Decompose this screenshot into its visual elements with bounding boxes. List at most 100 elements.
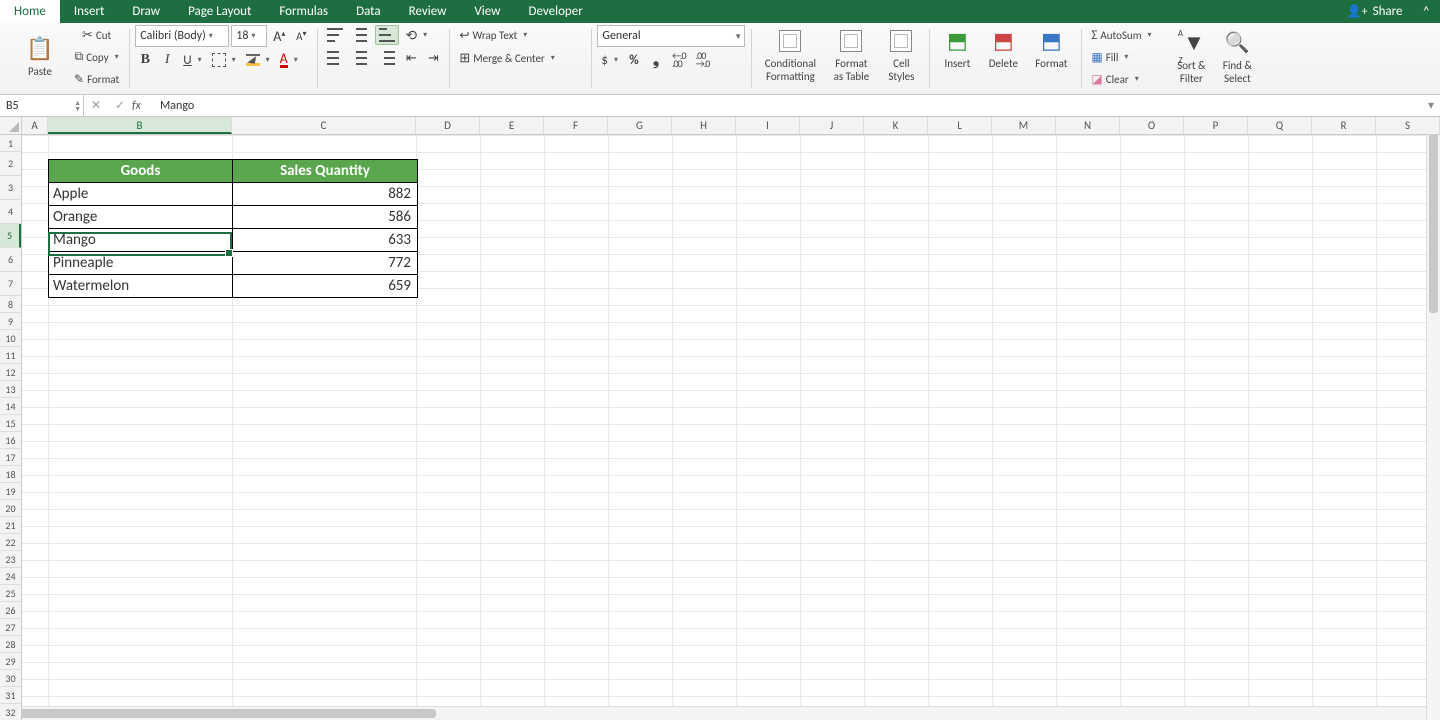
column-header-D[interactable]: D: [416, 117, 480, 134]
format-painter-button[interactable]: Format: [70, 69, 123, 89]
orientation-button[interactable]: [401, 25, 431, 45]
row-header-15[interactable]: 15: [0, 415, 21, 432]
column-header-P[interactable]: P: [1184, 117, 1248, 134]
table-row[interactable]: Watermelon659: [49, 274, 417, 297]
row-header-18[interactable]: 18: [0, 466, 21, 483]
copy-button[interactable]: Copy: [70, 47, 123, 67]
insert-cells-button[interactable]: ⬒Insert: [935, 25, 979, 72]
row-header-24[interactable]: 24: [0, 568, 21, 585]
clear-button[interactable]: Clear: [1087, 69, 1153, 89]
fill-button[interactable]: Fill: [1087, 47, 1147, 67]
row-header-32[interactable]: 32: [0, 704, 21, 720]
row-header-26[interactable]: 26: [0, 602, 21, 619]
row-header-11[interactable]: 11: [0, 347, 21, 364]
borders-button[interactable]: [208, 50, 240, 70]
increase-decimal-button[interactable]: [668, 50, 690, 70]
menu-tab-developer[interactable]: Developer: [514, 0, 596, 23]
decrease-indent-button[interactable]: [401, 48, 421, 68]
delete-cells-button[interactable]: ⬒Delete: [981, 25, 1025, 72]
row-header-2[interactable]: 2: [0, 152, 21, 176]
column-header-R[interactable]: R: [1312, 117, 1376, 134]
number-format-select[interactable]: General▾: [597, 25, 745, 47]
wrap-text-button[interactable]: Wrap Text: [455, 25, 565, 45]
table-row[interactable]: Apple882: [49, 183, 417, 205]
menu-tab-formulas[interactable]: Formulas: [265, 0, 342, 23]
column-header-J[interactable]: J: [800, 117, 864, 134]
column-header-B[interactable]: B: [48, 117, 232, 134]
row-header-22[interactable]: 22: [0, 534, 21, 551]
row-header-20[interactable]: 20: [0, 500, 21, 517]
cut-button[interactable]: Cut: [70, 25, 123, 45]
row-header-7[interactable]: 7: [0, 272, 21, 296]
column-header-L[interactable]: L: [928, 117, 992, 134]
name-box[interactable]: B5 ▲▼: [0, 95, 84, 117]
share-button[interactable]: Share: [1337, 4, 1413, 19]
cancel-formula-button[interactable]: ✕: [84, 98, 108, 113]
decrease-font-button[interactable]: [291, 26, 311, 46]
increase-indent-button[interactable]: [423, 48, 443, 68]
spreadsheet-grid[interactable]: ABCDEFGHIJKLMNOPQRS 12345678910111213141…: [0, 117, 1440, 720]
currency-button[interactable]: [597, 50, 622, 70]
comma-button[interactable]: [646, 50, 666, 70]
column-header-K[interactable]: K: [864, 117, 928, 134]
horizontal-scrollbar-thumb[interactable]: [16, 709, 436, 718]
row-header-13[interactable]: 13: [0, 381, 21, 398]
row-header-8[interactable]: 8: [0, 296, 21, 313]
align-bottom-button[interactable]: [375, 25, 399, 45]
format-as-table-button[interactable]: Format as Table: [825, 25, 877, 85]
row-header-9[interactable]: 9: [0, 313, 21, 330]
sort-filter-button[interactable]: ▼Sort & Filter: [1169, 27, 1213, 87]
name-box-spinner-icon[interactable]: ▲▼: [74, 100, 81, 112]
table-row[interactable]: Pinneaple772: [49, 251, 417, 274]
column-header-Q[interactable]: Q: [1248, 117, 1312, 134]
menu-tab-view[interactable]: View: [460, 0, 514, 23]
paste-button[interactable]: 📋 Paste: [12, 33, 68, 80]
font-name-select[interactable]: Calibri (Body): [135, 25, 229, 47]
align-left-button[interactable]: [323, 48, 347, 68]
collapse-ribbon-button[interactable]: ˄: [1412, 3, 1440, 20]
row-header-27[interactable]: 27: [0, 619, 21, 636]
formula-input[interactable]: Mango: [156, 99, 1422, 113]
row-header-19[interactable]: 19: [0, 483, 21, 500]
row-header-6[interactable]: 6: [0, 248, 21, 272]
row-header-28[interactable]: 28: [0, 636, 21, 653]
column-header-G[interactable]: G: [608, 117, 672, 134]
table-row[interactable]: Orange586: [49, 205, 417, 228]
align-top-button[interactable]: [323, 25, 347, 45]
autosum-button[interactable]: AutoSum: [1087, 25, 1167, 45]
fx-icon[interactable]: fx: [132, 99, 156, 113]
find-select-button[interactable]: Find & Select: [1215, 27, 1259, 87]
row-header-3[interactable]: 3: [0, 176, 21, 200]
column-header-N[interactable]: N: [1056, 117, 1120, 134]
conditional-formatting-button[interactable]: Conditional Formatting: [757, 25, 823, 85]
fill-color-button[interactable]: [242, 50, 274, 70]
enter-formula-button[interactable]: ✓: [108, 98, 132, 113]
row-header-5[interactable]: 5: [0, 224, 21, 248]
row-header-4[interactable]: 4: [0, 200, 21, 224]
select-all-corner[interactable]: [0, 117, 22, 135]
cell-styles-button[interactable]: Cell Styles: [879, 25, 923, 85]
row-header-17[interactable]: 17: [0, 449, 21, 466]
row-header-10[interactable]: 10: [0, 330, 21, 347]
column-header-A[interactable]: A: [22, 117, 48, 134]
align-center-button[interactable]: [349, 48, 373, 68]
menu-tab-page-layout[interactable]: Page Layout: [174, 0, 265, 23]
align-right-button[interactable]: [375, 48, 399, 68]
column-header-O[interactable]: O: [1120, 117, 1184, 134]
row-header-14[interactable]: 14: [0, 398, 21, 415]
expand-formula-bar-button[interactable]: ▾: [1422, 98, 1440, 113]
row-header-31[interactable]: 31: [0, 687, 21, 704]
row-header-1[interactable]: 1: [0, 135, 21, 152]
column-header-F[interactable]: F: [544, 117, 608, 134]
font-color-button[interactable]: A: [276, 50, 302, 70]
format-cells-button[interactable]: ⬒Format: [1027, 25, 1075, 72]
percent-button[interactable]: [624, 50, 644, 70]
menu-tab-home[interactable]: Home: [0, 0, 60, 23]
row-header-30[interactable]: 30: [0, 670, 21, 687]
vertical-scrollbar-thumb[interactable]: [1429, 133, 1438, 313]
row-header-25[interactable]: 25: [0, 585, 21, 602]
column-header-S[interactable]: S: [1376, 117, 1440, 134]
row-header-16[interactable]: 16: [0, 432, 21, 449]
row-header-21[interactable]: 21: [0, 517, 21, 534]
menu-tab-draw[interactable]: Draw: [118, 0, 174, 23]
